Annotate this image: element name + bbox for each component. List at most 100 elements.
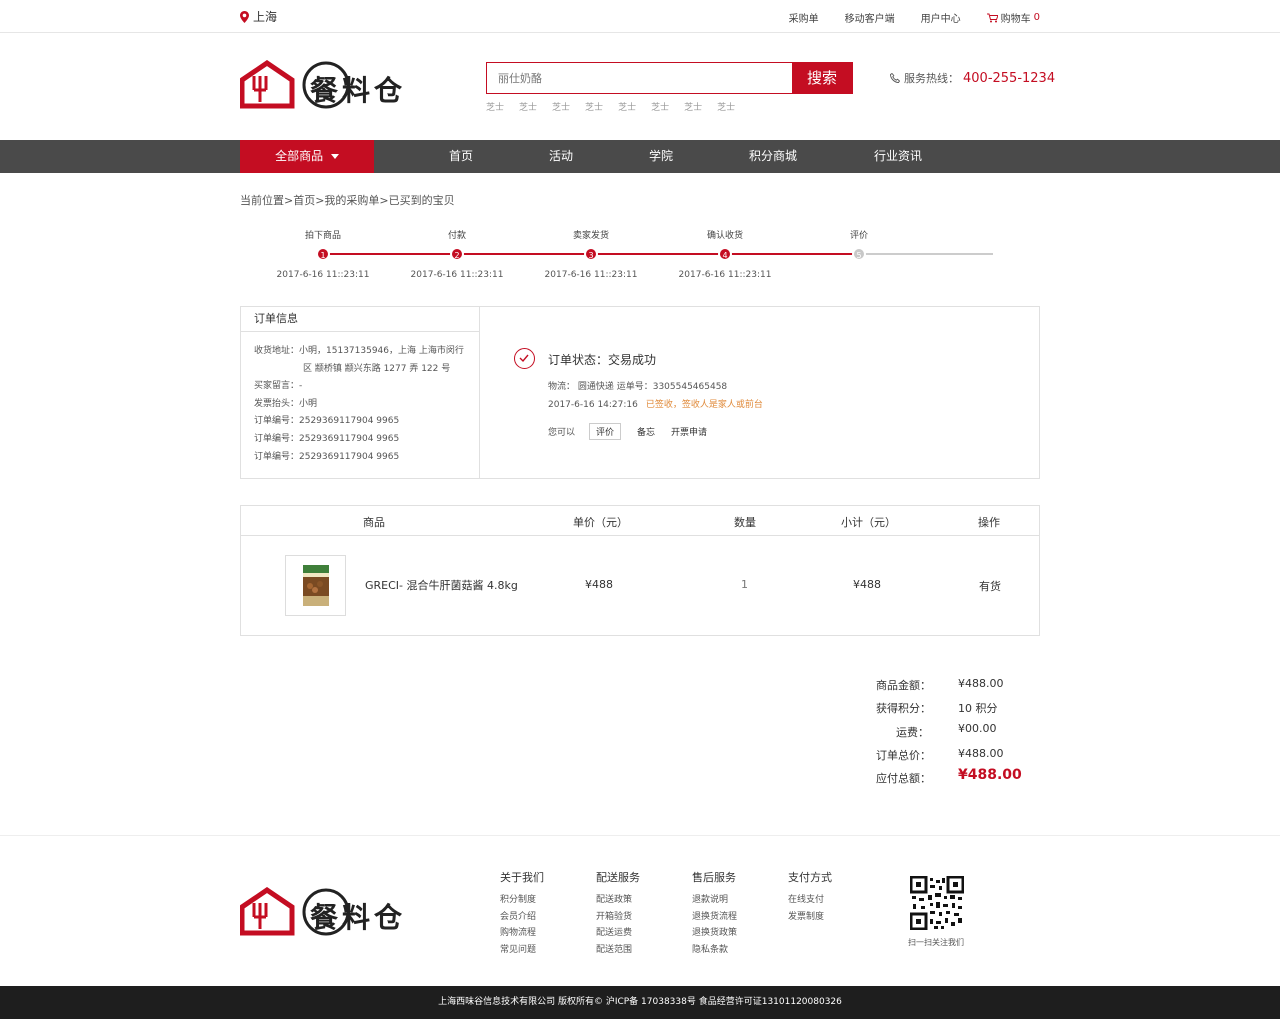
step-dot: 1 (316, 247, 330, 261)
order-details: 订单信息 收货地址： 小明，15137135946，上海 上海市闵行 区 颛桥镇 … (241, 307, 480, 478)
search-box: 搜索 (486, 62, 853, 94)
hot-word[interactable]: 芝士 (486, 100, 504, 113)
nav-item-industry-news[interactable]: 行业资讯 (874, 140, 922, 173)
caret-down-icon (330, 154, 339, 159)
footer-col-title: 支付方式 (788, 871, 832, 884)
order-actions: 您可以 评价 备忘 开票申请 (548, 423, 707, 440)
cart-icon (986, 13, 998, 22)
hot-word[interactable]: 芝士 (552, 100, 570, 113)
footer-col-title: 售后服务 (692, 871, 736, 884)
hotline-number: 400-255-1234 (963, 70, 1056, 86)
step-label: 确认收货 (706, 231, 743, 241)
qr-code-icon (909, 875, 965, 931)
step-label: 拍下商品 (304, 231, 341, 241)
summary-label: 运费： (896, 726, 929, 739)
footer-link[interactable]: 隐私条款 (692, 942, 737, 959)
memo-link[interactable]: 备忘 (637, 425, 655, 438)
footer-link[interactable]: 退换货政策 (692, 925, 737, 942)
total-payable: ¥488.00 (958, 767, 1022, 783)
footer-link[interactable]: 常见问题 (500, 942, 544, 959)
search-input[interactable] (487, 63, 793, 93)
qr-caption: 扫一扫关注我们 (908, 938, 964, 947)
hot-word[interactable]: 芝士 (684, 100, 702, 113)
product-name[interactable]: GRECI- 混合牛肝菌菇酱 4.8kg (365, 577, 518, 593)
link-mobile-client[interactable]: 移动客户端 (845, 10, 895, 25)
address-label: 收货地址： (254, 346, 300, 356)
step-time: 2017-6-16 11::23:11 (410, 270, 504, 280)
product-subtotal: ¥488 (853, 578, 881, 591)
location-pin-icon (240, 10, 249, 23)
footer-col-title: 关于我们 (500, 871, 544, 884)
search-button[interactable]: 搜索 (792, 63, 852, 93)
progress-line-segment-66 (725, 253, 859, 255)
hot-word[interactable]: 芝士 (717, 100, 735, 113)
hot-word[interactable]: 芝士 (618, 100, 636, 113)
summary-label: 商品金额： (876, 679, 931, 692)
step-dot: 5 (852, 247, 866, 261)
product-thumbnail[interactable] (285, 555, 346, 616)
hot-word[interactable]: 芝士 (651, 100, 669, 113)
step-label: 卖家发货 (572, 231, 609, 241)
footer-link[interactable]: 配送政策 (596, 892, 640, 909)
footer-divider (0, 835, 1280, 836)
summary-value: ¥00.00 (958, 722, 997, 735)
product-quantity: 1 (741, 578, 748, 591)
footer-link[interactable]: 退款说明 (692, 892, 737, 909)
phone-icon (890, 73, 900, 83)
footer-link[interactable]: 会员介绍 (500, 909, 544, 926)
address-line2: 区 颛桥镇 颛兴东路 1277 弄 122 号 (303, 363, 451, 374)
service-hotline: 服务热线： 400-255-1234 (890, 70, 1055, 86)
cart-link[interactable]: 购物车 0 (986, 10, 1040, 25)
nav-item-activity[interactable]: 活动 (549, 140, 573, 173)
all-categories-button[interactable]: 全部商品 (240, 140, 374, 173)
order-number: 订单编号：2529369117904 9965 (254, 416, 400, 427)
summary-label: 应付总额： (876, 772, 931, 785)
footer-link[interactable]: 在线支付 (788, 892, 832, 909)
table-header: 商品 单价（元） 数量 小计（元） 操作 (241, 506, 1039, 536)
footer-link[interactable]: 开箱验货 (596, 909, 640, 926)
footer-link[interactable]: 发票制度 (788, 909, 832, 926)
nav-item-points-mall[interactable]: 积分商城 (749, 140, 797, 173)
location-selector[interactable]: 上海 (240, 8, 277, 25)
footer-link[interactable]: 配送范围 (596, 942, 640, 959)
header-product: 商品 (363, 516, 385, 529)
logistics-info: 物流： 圆通快递 运单号：3305545465458 (548, 382, 728, 392)
link-purchase-list[interactable]: 采购单 (789, 10, 819, 25)
top-bar: 上海 采购单 移动客户端 用户中心 购物车 0 (0, 0, 1280, 33)
footer-link[interactable]: 购物流程 (500, 925, 544, 942)
footer-logo: 餐料仓 (239, 886, 435, 937)
order-progress: 拍下商品 付款 卖家发货 确认收货 评价 1 2 3 4 5 2017-6-16… (240, 222, 1040, 292)
product-price: ¥488 (585, 578, 613, 591)
cart-label: 购物车 (1000, 14, 1031, 25)
invoice-title: 发票抬头：小明 (254, 398, 318, 409)
breadcrumb[interactable]: 当前位置>首页>我的采购单>已买到的宝贝 (240, 192, 455, 208)
hot-word[interactable]: 芝士 (519, 100, 537, 113)
progress-line-pending (859, 253, 993, 255)
review-button[interactable]: 评价 (589, 423, 622, 440)
step-time: 2017-6-16 11::23:11 (678, 270, 772, 280)
logistics-time: 2017-6-16 14:27:16 (548, 400, 638, 410)
you-can-label: 您可以 (548, 428, 576, 438)
footer-link[interactable]: 退换货流程 (692, 909, 737, 926)
hot-word[interactable]: 芝士 (585, 100, 603, 113)
order-status: 订单状态：交易成功 (548, 353, 657, 367)
summary-value: ¥488.00 (958, 677, 1004, 690)
site-logo[interactable]: 餐料仓 (239, 59, 435, 110)
product-table: 商品 单价（元） 数量 小计（元） 操作 GRECI- 混合牛肝菌菇酱 4.8k… (240, 505, 1040, 636)
product-operation: 有货 (979, 580, 1001, 593)
nav-item-home[interactable]: 首页 (449, 140, 473, 173)
step-time: 2017-6-16 11::23:11 (544, 270, 638, 280)
order-info-body: 收货地址： 小明，15137135946，上海 上海市闵行 区 颛桥镇 颛兴东路 … (254, 343, 474, 466)
header-subtotal: 小计（元） (841, 516, 896, 529)
all-categories-label: 全部商品 (275, 149, 324, 163)
summary-label: 获得积分： (876, 702, 931, 715)
link-user-center[interactable]: 用户中心 (921, 10, 961, 25)
invoice-request-link[interactable]: 开票申请 (671, 425, 707, 438)
top-links: 采购单 移动客户端 用户中心 购物车 0 (789, 10, 1040, 25)
logo-text: 餐料仓 (310, 74, 407, 107)
summary-value: ¥488.00 (958, 747, 1004, 760)
hotline-label: 服务热线： (904, 72, 959, 85)
footer-link[interactable]: 配送运费 (596, 925, 640, 942)
footer-link[interactable]: 积分制度 (500, 892, 544, 909)
nav-item-academy[interactable]: 学院 (649, 140, 673, 173)
